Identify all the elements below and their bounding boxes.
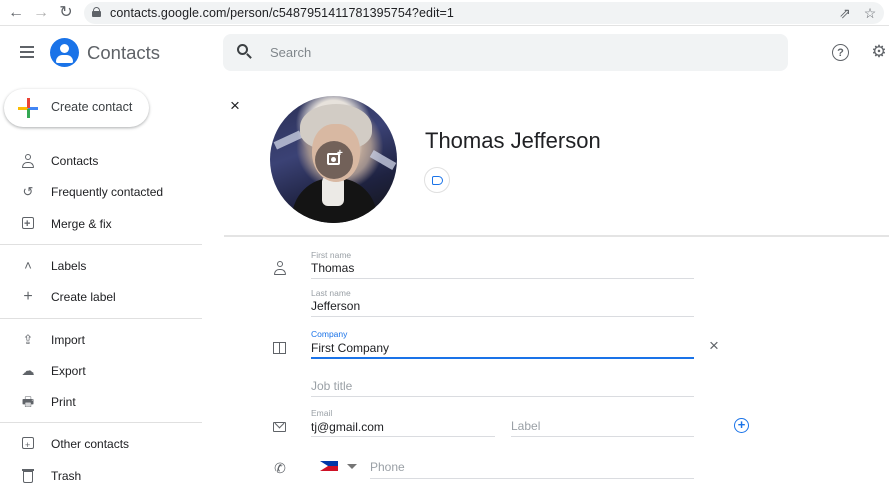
forward-button[interactable]: → <box>31 3 51 23</box>
company-label: Company <box>311 329 348 339</box>
sidebar-item-label: Import <box>51 333 86 347</box>
email-label-input[interactable]: Label <box>511 419 540 433</box>
create-contact-button[interactable]: Create contact <box>4 89 149 127</box>
contacts-logo <box>50 38 79 67</box>
phone-field[interactable]: Phone <box>370 458 694 479</box>
company-input[interactable]: First Company <box>311 341 389 355</box>
create-contact-label: Create contact <box>51 100 133 114</box>
email-input[interactable]: tj@gmail.com <box>311 420 384 434</box>
browser-toolbar: ← → ↻ contacts.google.com/person/c548795… <box>0 0 889 26</box>
colorful-plus-icon <box>18 98 38 118</box>
person-icon <box>272 260 288 276</box>
building-icon <box>272 340 288 356</box>
reload-icon: ↻ <box>59 4 73 21</box>
app-title: Contacts <box>87 42 161 63</box>
country-flag-icon[interactable] <box>320 461 338 471</box>
first-name-field[interactable]: First name Thomas <box>311 250 694 279</box>
sidebar-item-export[interactable]: ☁ Export <box>0 357 200 385</box>
first-name-input[interactable]: Thomas <box>311 261 354 275</box>
sidebar-item-label: Merge & fix <box>51 217 112 231</box>
sidebar-item-other-contacts[interactable]: + Other contacts <box>0 430 200 458</box>
sidebar-item-label: Other contacts <box>51 437 130 451</box>
lock-icon <box>92 7 101 17</box>
contact-name: Thomas Jefferson <box>425 128 601 153</box>
upload-icon: ⇪ <box>22 332 34 347</box>
merge-icon: + <box>20 216 36 232</box>
star-icon[interactable]: ☆ <box>861 4 879 22</box>
sidebar-item-contacts[interactable]: Contacts <box>0 147 200 175</box>
address-bar[interactable]: contacts.google.com/person/c548795141178… <box>84 2 884 24</box>
add-label-button[interactable] <box>424 167 450 193</box>
sidebar-item-label: Frequently contacted <box>51 185 164 199</box>
sidebar-divider <box>0 422 202 423</box>
first-name-label: First name <box>311 250 352 260</box>
change-photo-button[interactable]: + <box>315 141 353 179</box>
gear-icon[interactable]: ⚙ <box>869 42 889 62</box>
country-dropdown-caret-icon[interactable] <box>347 464 357 469</box>
last-name-label: Last name <box>311 288 351 298</box>
sidebar-item-create-label[interactable]: + Create label <box>0 283 200 311</box>
plus-icon: + <box>23 288 33 305</box>
header-divider <box>224 235 889 237</box>
mail-icon <box>272 419 288 435</box>
search-input[interactable]: Search <box>270 45 311 60</box>
last-name-field[interactable]: Last name Jefferson <box>311 288 694 317</box>
sidebar-item-label: Trash <box>51 469 82 483</box>
printer-icon: 🖶 <box>21 394 35 409</box>
email-field[interactable]: Email tj@gmail.com <box>311 408 495 437</box>
company-field[interactable]: Company First Company <box>311 329 694 359</box>
cloud-download-icon: ☁ <box>21 363 35 378</box>
trash-icon <box>20 468 36 484</box>
share-icon[interactable]: ⇗ <box>836 4 854 22</box>
sidebar-item-frequently-contacted[interactable]: ↺ Frequently contacted <box>0 178 200 206</box>
archive-icon: + <box>20 436 36 452</box>
sidebar-item-import[interactable]: ⇪ Import <box>0 326 200 354</box>
back-button[interactable]: ← <box>6 3 26 23</box>
email-label: Email <box>311 408 333 418</box>
job-title-field[interactable]: Job title <box>311 378 694 397</box>
arrow-left-icon: ← <box>8 4 24 21</box>
sidebar-item-label: Export <box>51 364 86 378</box>
label-icon <box>432 176 443 185</box>
search-icon[interactable] <box>237 44 253 60</box>
sidebar-divider <box>0 318 202 319</box>
sidebar-item-trash[interactable]: Trash <box>0 462 200 490</box>
arrow-right-icon: → <box>33 4 49 21</box>
close-icon[interactable]: × <box>227 97 243 114</box>
help-icon[interactable]: ? <box>832 44 849 61</box>
sidebar-item-label: Print <box>51 395 76 409</box>
chevron-up-icon: ˄ <box>24 258 32 273</box>
sidebar-item-label: Contacts <box>51 154 99 168</box>
person-icon <box>20 153 36 169</box>
reload-button[interactable]: ↻ <box>56 3 76 23</box>
job-title-input[interactable]: Job title <box>311 379 352 393</box>
main-menu-button[interactable] <box>17 44 37 60</box>
sidebar-item-label: Labels <box>51 259 87 273</box>
sidebar-item-merge-fix[interactable]: + Merge & fix <box>0 210 200 238</box>
email-label-field[interactable]: Label <box>511 408 694 437</box>
search-box[interactable]: Search <box>223 34 788 71</box>
remove-company-icon[interactable]: × <box>706 337 722 354</box>
sidebar-item-print[interactable]: 🖶 Print <box>0 388 200 416</box>
sidebar-item-labels[interactable]: ˄ Labels <box>0 252 200 280</box>
phone-input[interactable]: Phone <box>370 460 405 474</box>
sidebar-divider <box>0 244 202 245</box>
history-icon: ↺ <box>22 184 34 199</box>
url-text[interactable]: contacts.google.com/person/c548795141178… <box>110 6 454 20</box>
phone-icon: ✆ <box>274 460 286 476</box>
last-name-input[interactable]: Jefferson <box>311 299 360 313</box>
add-email-icon[interactable]: + <box>734 418 749 433</box>
sidebar-item-label: Create label <box>51 290 116 304</box>
